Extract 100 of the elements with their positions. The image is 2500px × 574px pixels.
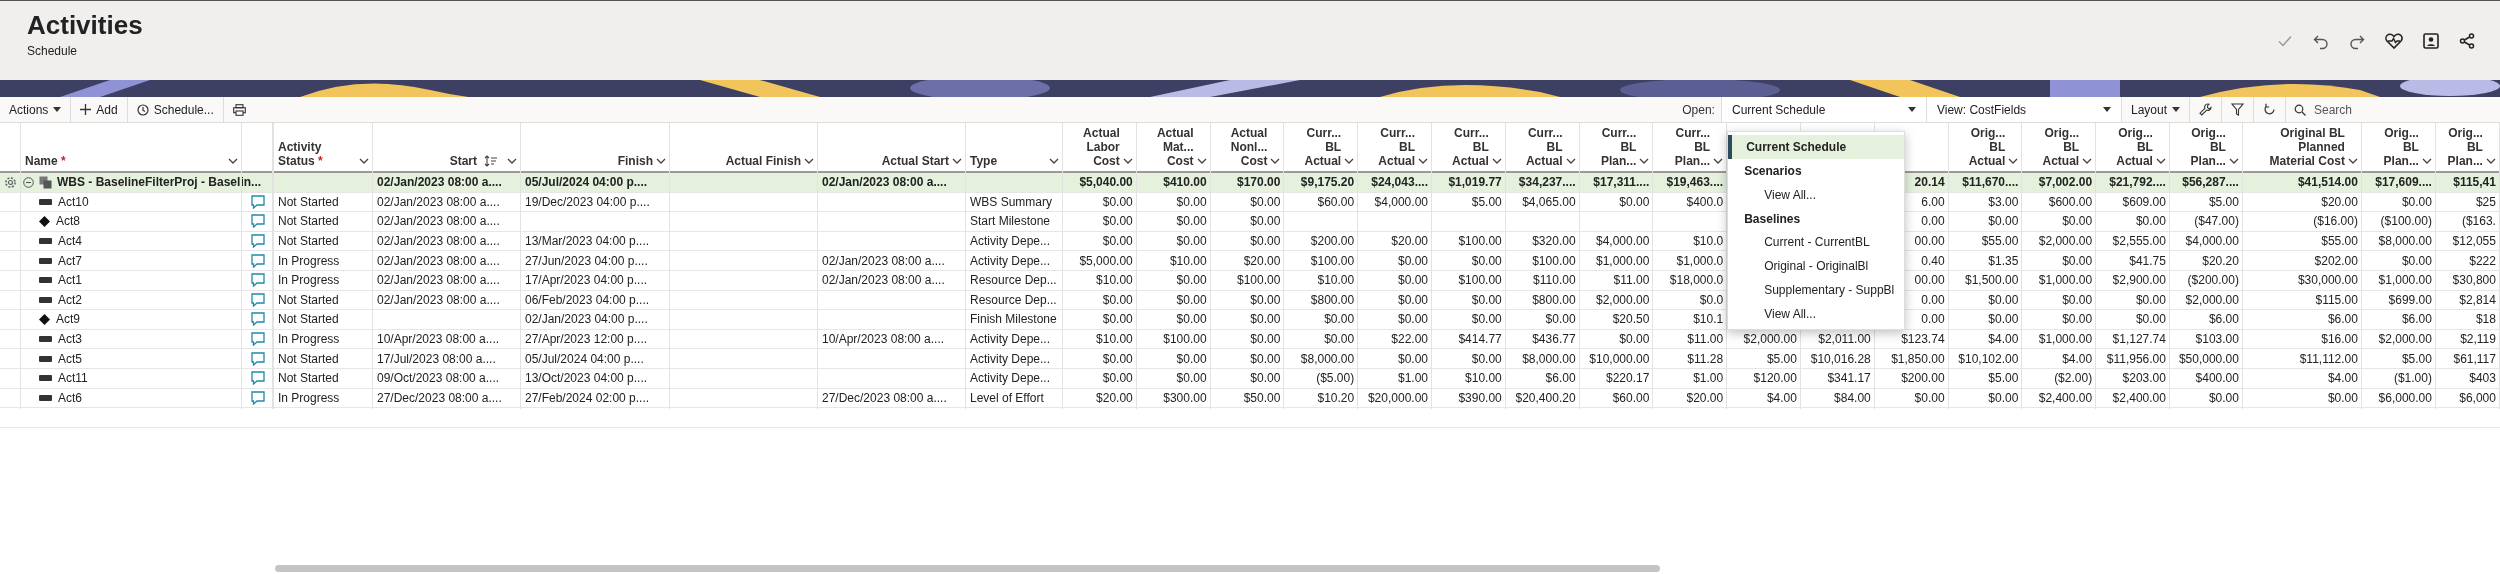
- column-header[interactable]: Finish: [617, 154, 653, 168]
- activity-name[interactable]: Act1: [58, 273, 82, 288]
- column-header[interactable]: Start: [449, 154, 477, 168]
- column-header[interactable]: Orig... BL Plan...: [2190, 126, 2226, 168]
- activity-name[interactable]: Act7: [58, 253, 82, 268]
- activity-name[interactable]: Act4: [58, 234, 82, 249]
- table-cell: $0.00: [1102, 351, 1133, 366]
- comment-icon[interactable]: [251, 273, 265, 288]
- column-header[interactable]: Activity Status *: [278, 140, 323, 168]
- actions-menu-button[interactable]: Actions: [0, 97, 71, 122]
- activity-name[interactable]: Act6: [58, 390, 82, 405]
- table-cell: $55.00: [1981, 234, 2019, 249]
- table-cell: $390.00: [1458, 390, 1502, 405]
- chevron-down-icon[interactable]: [2421, 158, 2432, 164]
- comment-icon[interactable]: [251, 351, 265, 366]
- activity-name[interactable]: WBS - BaselineFilterProj - Baselin...: [57, 175, 262, 190]
- column-header[interactable]: Actual Start: [881, 154, 949, 168]
- menu-item[interactable]: View All...: [1728, 302, 1905, 326]
- column-header[interactable]: Orig... BL Plan...: [2383, 126, 2419, 168]
- comment-icon[interactable]: [251, 371, 265, 386]
- chevron-down-icon[interactable]: [1122, 158, 1133, 164]
- column-header[interactable]: Curr... BL Plan...: [1674, 126, 1711, 168]
- comment-icon[interactable]: [251, 292, 265, 307]
- chevron-down-icon[interactable]: [1344, 158, 1355, 164]
- chevron-down-icon[interactable]: [2008, 158, 2019, 164]
- column-header[interactable]: Type: [970, 154, 998, 168]
- chevron-down-icon[interactable]: [804, 158, 814, 164]
- chevron-down-icon[interactable]: [1270, 158, 1281, 164]
- comment-icon[interactable]: [251, 332, 265, 347]
- menu-item[interactable]: Original - OriginalBl: [1728, 254, 1905, 279]
- sort-icon[interactable]: [484, 155, 498, 167]
- table-cell: $0.00: [1250, 194, 1281, 209]
- portrait-icon[interactable]: [2422, 31, 2440, 50]
- chevron-down-icon[interactable]: [2347, 158, 2358, 164]
- column-header[interactable]: Orig... BL Plan...: [2447, 126, 2483, 168]
- activity-name[interactable]: Act9: [56, 312, 80, 327]
- menu-item[interactable]: Current Schedule: [1728, 135, 1905, 159]
- comment-icon[interactable]: [251, 214, 265, 229]
- scrollbar-thumb[interactable]: [275, 564, 1660, 572]
- chevron-down-icon[interactable]: [228, 158, 238, 164]
- table-cell: 10/Apr/2023 08:00 a....: [822, 332, 945, 347]
- comment-icon[interactable]: [251, 194, 265, 209]
- activity-name[interactable]: Act10: [58, 194, 89, 209]
- column-header[interactable]: Actual Finish: [725, 154, 801, 168]
- chevron-down-icon[interactable]: [1491, 158, 1502, 164]
- chevron-down-icon[interactable]: [1049, 158, 1059, 164]
- activity-name[interactable]: Act11: [58, 371, 88, 386]
- activity-name[interactable]: Act5: [58, 351, 82, 366]
- column-header[interactable]: Orig... BL Actual: [1968, 126, 2006, 168]
- chevron-down-icon[interactable]: [2228, 158, 2239, 164]
- open-select[interactable]: Current Schedule: [1720, 97, 1926, 122]
- chevron-down-icon[interactable]: [2485, 158, 2496, 164]
- chevron-down-icon[interactable]: [2155, 158, 2166, 164]
- activity-name[interactable]: Act8: [56, 214, 80, 229]
- add-button[interactable]: Add: [70, 97, 127, 122]
- column-header[interactable]: Orig... BL Actual: [2116, 126, 2153, 168]
- chevron-down-icon[interactable]: [2082, 158, 2093, 164]
- collapse-icon[interactable]: [23, 176, 34, 188]
- table-cell: $0.00: [1397, 273, 1428, 288]
- chevron-down-icon[interactable]: [1565, 158, 1576, 164]
- menu-item[interactable]: View All...: [1728, 182, 1905, 207]
- column-header[interactable]: Orig... BL Actual: [2042, 126, 2080, 168]
- table-cell: $1,000.00: [1596, 253, 1650, 268]
- menu-heading: Scenarios: [1743, 162, 1803, 180]
- share-icon[interactable]: [2458, 31, 2476, 50]
- chevron-down-icon[interactable]: [359, 158, 369, 164]
- chevron-down-icon[interactable]: [952, 158, 962, 164]
- activity-name[interactable]: Act2: [58, 292, 82, 307]
- column-header[interactable]: Original BL Planned Material Cost: [2269, 126, 2345, 168]
- menu-item[interactable]: Supplementary - SuppBl: [1728, 278, 1905, 303]
- comment-icon[interactable]: [251, 234, 265, 249]
- search-field[interactable]: Search: [2312, 101, 2486, 118]
- column-header[interactable]: Curr... BL Actual: [1452, 126, 1489, 168]
- column-header[interactable]: Name *: [25, 154, 66, 168]
- column-header[interactable]: Curr... BL Actual: [1304, 126, 1342, 168]
- column-header[interactable]: Actual Nonl... Cost: [1230, 126, 1268, 168]
- chevron-down-icon[interactable]: [1196, 158, 1207, 164]
- diamond-icon: [39, 313, 50, 325]
- menu-item[interactable]: Current - CurrentBL: [1728, 230, 1905, 255]
- comment-icon[interactable]: [251, 312, 265, 327]
- gear-icon[interactable]: [4, 175, 17, 189]
- chevron-down-icon[interactable]: [1418, 158, 1428, 164]
- chevron-down-icon[interactable]: [656, 158, 666, 164]
- activity-name[interactable]: Act3: [58, 332, 82, 347]
- layout-menu-button[interactable]: Layout: [2120, 97, 2189, 122]
- table-cell: $4.00: [2062, 351, 2093, 366]
- schedule-button[interactable]: Schedule...: [126, 97, 223, 122]
- view-select[interactable]: View: CostFields: [1925, 97, 2121, 122]
- chevron-down-icon[interactable]: [1639, 158, 1650, 164]
- comment-icon[interactable]: [251, 390, 265, 405]
- table-cell: $4,000.00: [1374, 194, 1428, 209]
- column-header[interactable]: Actual Mat... Cost: [1156, 126, 1194, 168]
- comment-icon[interactable]: [251, 253, 265, 268]
- column-header[interactable]: Curr... BL Actual: [1525, 126, 1563, 168]
- heart-pulse-icon[interactable]: [2384, 31, 2404, 50]
- chevron-down-icon[interactable]: [507, 158, 517, 164]
- chevron-down-icon[interactable]: [1713, 158, 1724, 164]
- column-header[interactable]: Actual Labor Cost: [1083, 126, 1120, 168]
- column-header[interactable]: Curr... BL Actual: [1378, 126, 1415, 168]
- column-header[interactable]: Curr... BL Plan...: [1601, 126, 1637, 168]
